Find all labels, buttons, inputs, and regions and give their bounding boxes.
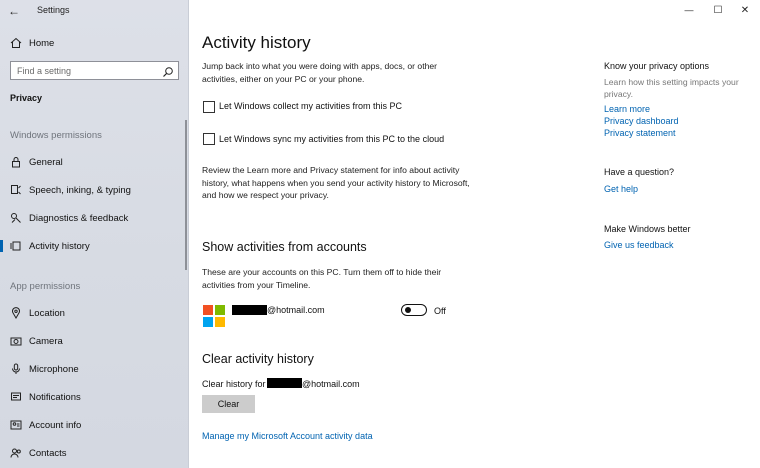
- redacted-clear-account: [267, 378, 302, 388]
- make-windows-better-heading: Make Windows better: [604, 224, 691, 234]
- manage-activity-link[interactable]: Manage my Microsoft Account activity dat…: [202, 431, 373, 441]
- sidebar-item-microphone[interactable]: Microphone: [0, 356, 186, 382]
- sync-activities-label[interactable]: Let Windows sync my activities from this…: [219, 134, 444, 144]
- account-email: @hotmail.com: [267, 305, 325, 315]
- sync-activities-checkbox[interactable]: [203, 133, 215, 145]
- camera-icon: [10, 335, 22, 347]
- sidebar-item-general[interactable]: General: [0, 149, 186, 175]
- activity-icon: [10, 240, 22, 252]
- intro-text: Jump back into what you were doing with …: [202, 61, 438, 84]
- sidebar-item-label: General: [29, 156, 63, 168]
- sidebar-scrollbar[interactable]: [185, 120, 187, 270]
- minimize-icon: —: [684, 5, 694, 15]
- sidebar-item-label: Diagnostics & feedback: [29, 212, 129, 224]
- question-heading: Have a question?: [604, 167, 675, 177]
- sidebar-item-account-info[interactable]: Account info: [0, 412, 186, 438]
- collect-activities-label[interactable]: Let Windows collect my activities from t…: [219, 101, 402, 111]
- location-icon: [10, 307, 22, 319]
- sidebar-item-location[interactable]: Location: [0, 300, 186, 326]
- diagnostics-icon: [10, 212, 22, 224]
- group-windows-permissions: Windows permissions: [10, 130, 102, 141]
- accounts-heading: Show activities from accounts: [202, 240, 367, 254]
- sidebar-item-label: Contacts: [29, 447, 67, 459]
- search-input[interactable]: Find a setting: [10, 61, 179, 80]
- privacy-dashboard-link[interactable]: Privacy dashboard: [604, 116, 679, 126]
- close-button[interactable]: ✕: [730, 0, 760, 20]
- sidebar-item-contacts[interactable]: Contacts: [0, 440, 186, 466]
- accounts-text: These are your accounts on this PC. Turn…: [202, 267, 442, 290]
- sidebar-item-notifications[interactable]: Notifications: [0, 384, 186, 410]
- sidebar-item-label: Location: [29, 307, 65, 319]
- account-activity-toggle[interactable]: [401, 304, 427, 316]
- notifications-icon: [10, 391, 22, 403]
- learn-more-link[interactable]: Learn more: [604, 104, 650, 114]
- contacts-icon: [10, 447, 22, 459]
- speech-icon: [10, 184, 22, 196]
- sidebar-item-activity-history[interactable]: Activity history: [0, 233, 186, 259]
- sidebar-item-label: Activity history: [29, 240, 90, 252]
- maximize-button[interactable]: ☐: [703, 0, 733, 20]
- search-placeholder: Find a setting: [17, 66, 72, 76]
- nav-home-label: Home: [29, 37, 55, 49]
- group-app-permissions: App permissions: [10, 281, 81, 292]
- privacy-options-text: Learn how this setting impacts your priv…: [604, 77, 739, 99]
- clear-heading: Clear activity history: [202, 352, 314, 366]
- window-title: Settings: [37, 5, 70, 15]
- search-icon[interactable]: [162, 65, 174, 77]
- sidebar-item-camera[interactable]: Camera: [0, 328, 186, 354]
- main-content: — ☐ ✕ Activity history Jump back into wh…: [190, 0, 760, 468]
- sidebar-item-diagnostics[interactable]: Diagnostics & feedback: [0, 205, 186, 231]
- sidebar-item-label: Account info: [29, 419, 82, 431]
- toggle-state-label: Off: [434, 306, 446, 316]
- toggle-knob: [405, 307, 411, 313]
- nav-home[interactable]: Home: [0, 30, 186, 56]
- sidebar-item-label: Camera: [29, 335, 63, 347]
- sidebar-item-label: Speech, inking, & typing: [29, 184, 131, 196]
- sidebar-item-speech[interactable]: Speech, inking, & typing: [0, 177, 186, 203]
- collect-activities-checkbox[interactable]: [203, 101, 215, 113]
- clear-email: @hotmail.com: [302, 379, 360, 389]
- minimize-button[interactable]: —: [674, 0, 704, 20]
- microphone-icon: [10, 363, 22, 375]
- active-indicator: [0, 240, 3, 252]
- sidebar: ← Settings Home Find a setting Privacy W…: [0, 0, 189, 468]
- close-icon: ✕: [740, 4, 750, 16]
- clear-button[interactable]: Clear: [202, 395, 255, 413]
- get-help-link[interactable]: Get help: [604, 184, 638, 194]
- breadcrumb: Privacy: [10, 93, 43, 103]
- sidebar-item-label: Notifications: [29, 391, 81, 403]
- review-text: Review the Learn more and Privacy statem…: [202, 165, 470, 201]
- privacy-statement-link[interactable]: Privacy statement: [604, 128, 676, 138]
- page-title: Activity history: [202, 33, 311, 52]
- give-feedback-link[interactable]: Give us feedback: [604, 240, 674, 250]
- account-icon: [10, 419, 22, 431]
- back-arrow-icon[interactable]: ←: [8, 4, 22, 18]
- clear-for-label: Clear history for: [202, 379, 266, 389]
- privacy-options-heading: Know your privacy options: [604, 61, 710, 71]
- title-bar: ← Settings: [0, 0, 189, 22]
- redacted-account-name: [232, 305, 267, 315]
- home-icon: [10, 37, 22, 49]
- maximize-icon: ☐: [713, 4, 723, 16]
- lock-icon: [10, 156, 22, 168]
- sidebar-item-label: Microphone: [29, 363, 79, 375]
